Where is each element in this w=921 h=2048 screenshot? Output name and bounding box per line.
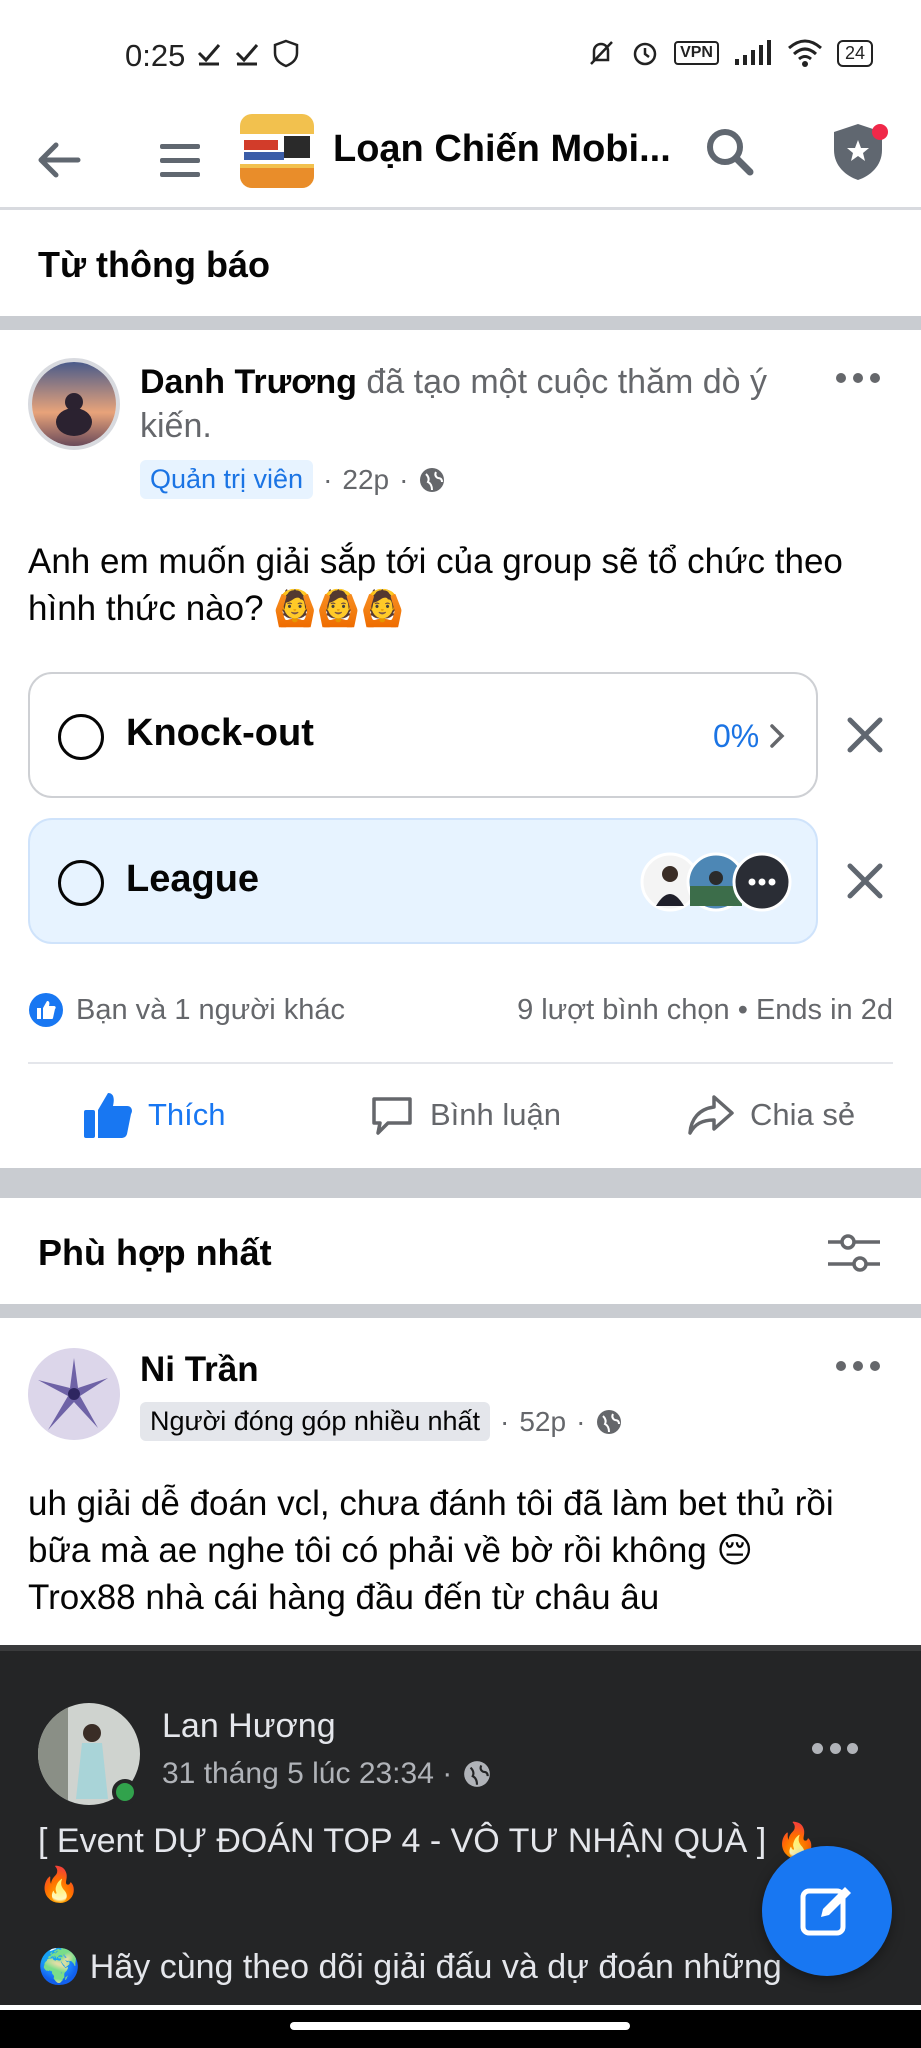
mute-bell-icon xyxy=(590,41,613,65)
author-avatar[interactable] xyxy=(28,1348,120,1440)
author-name[interactable]: Danh Trương xyxy=(140,363,357,401)
shared-line: 🔥 xyxy=(38,1866,81,1904)
back-arrow-icon[interactable] xyxy=(30,130,90,190)
shared-options-icon[interactable] xyxy=(812,1743,858,1757)
vpn-badge: VPN xyxy=(674,41,719,65)
more-voters-icon xyxy=(732,852,792,912)
comment-label: Bình luận xyxy=(430,1097,561,1132)
compose-button[interactable] xyxy=(762,1846,892,1976)
chevron-right-icon[interactable] xyxy=(768,722,786,750)
radio-button[interactable] xyxy=(58,714,104,760)
shared-post-body: [ Event DỰ ĐOÁN TOP 4 - VÔ TƯ NHẬN QUÀ ]… xyxy=(38,1819,878,1989)
role-badge[interactable]: Quản trị viên xyxy=(140,460,314,499)
post-time[interactable]: 22p xyxy=(342,464,389,496)
section-divider xyxy=(0,316,921,330)
alarm-icon xyxy=(633,42,657,66)
share-button[interactable]: Chia sẻ xyxy=(686,1060,855,1170)
poll-option-percent: 0% xyxy=(713,718,760,754)
check-icon xyxy=(197,44,221,66)
status-icons-right: VPN 24 xyxy=(586,38,873,68)
remove-option-icon[interactable] xyxy=(840,856,890,906)
notification-dot xyxy=(872,124,888,140)
author-avatar[interactable] xyxy=(28,358,120,450)
admin-shield-button[interactable] xyxy=(828,116,892,186)
post-actions: Thích Bình luận Chia sẻ xyxy=(0,1060,921,1170)
post-body: uh giải dễ đoán vcl, chưa đánh tôi đã là… xyxy=(28,1480,908,1621)
comment-button[interactable]: Bình luận xyxy=(368,1060,561,1170)
remove-option-icon[interactable] xyxy=(840,710,890,760)
post-author-line: Danh Trương đã tạo một cuộc thăm dò ý ki… xyxy=(140,360,800,448)
shared-meta: 31 tháng 5 lúc 23:34 · xyxy=(162,1757,492,1791)
reaction-summary[interactable]: Bạn và 1 người khác xyxy=(76,994,345,1027)
like-button[interactable]: Thích xyxy=(82,1060,226,1170)
section-divider xyxy=(0,1304,921,1318)
home-indicator[interactable] xyxy=(290,2022,630,2030)
status-icons-left xyxy=(195,38,301,68)
shared-line: 🌍 Hãy cùng theo dõi giải đấu và dự đoán … xyxy=(38,1948,782,1986)
poll-option-knockout[interactable]: Knock-out 0% xyxy=(28,672,818,798)
author-name[interactable]: Ni Trần xyxy=(140,1350,259,1390)
post-meta: Quản trị viên · 22p · xyxy=(140,460,446,499)
like-reaction-icon[interactable] xyxy=(28,992,64,1028)
status-time: 0:25 xyxy=(125,38,186,73)
emoji-text: 🙆🙆🙆 xyxy=(273,589,405,628)
sort-heading[interactable]: Phù hợp nhất xyxy=(38,1232,272,1274)
share-icon xyxy=(688,1095,734,1135)
announcement-heading: Từ thông báo xyxy=(38,244,271,285)
signal-icon xyxy=(734,40,771,65)
filter-icon[interactable] xyxy=(824,1228,884,1278)
section-divider xyxy=(0,1168,921,1198)
post-line: Trox88 nhà cái hàng đầu đến từ châu âu xyxy=(28,1578,660,1617)
share-label: Chia sẻ xyxy=(750,1097,856,1132)
like-label: Thích xyxy=(148,1097,226,1132)
post-meta: Người đóng góp nhiều nhất · 52p · xyxy=(140,1402,623,1441)
post-line: uh giải dễ đoán vcl, chưa đánh tôi đã là… xyxy=(28,1484,834,1523)
online-dot xyxy=(112,1779,138,1805)
globe-icon xyxy=(420,467,445,492)
thumbs-up-icon xyxy=(84,1093,132,1138)
status-bar: 0:25 VPN 24 xyxy=(0,0,921,110)
globe-icon xyxy=(464,1761,491,1787)
contributor-badge[interactable]: Người đóng góp nhiều nhất xyxy=(140,1402,491,1441)
search-icon[interactable] xyxy=(700,122,760,182)
check-icon xyxy=(235,44,259,66)
radio-button[interactable] xyxy=(58,860,104,906)
voter-avatars[interactable] xyxy=(640,852,810,912)
post-options-icon[interactable] xyxy=(836,368,880,388)
edit-icon xyxy=(800,1887,851,1936)
group-thumbnail[interactable] xyxy=(240,114,314,188)
poll-option-label: Knock-out xyxy=(126,712,314,754)
post-time[interactable]: 52p xyxy=(519,1406,566,1438)
menu-icon[interactable] xyxy=(150,130,210,190)
poll-option-league[interactable]: League xyxy=(28,818,818,944)
wifi-icon xyxy=(787,39,822,67)
group-title[interactable]: Loạn Chiến Mobi... xyxy=(333,128,673,171)
vote-summary[interactable]: 9 lượt bình chọn • Ends in 2d xyxy=(517,994,893,1027)
shared-line: [ Event DỰ ĐOÁN TOP 4 - VÔ TƯ NHẬN QUÀ ]… xyxy=(38,1822,818,1860)
vpn-shield-icon xyxy=(273,39,299,68)
poll-question: Anh em muốn giải sắp tới của group sẽ tổ… xyxy=(28,542,843,628)
post-line: bữa mà ae nghe tôi có phải về bờ rồi khô… xyxy=(28,1531,753,1570)
poll-option-label: League xyxy=(126,858,260,900)
shared-author-name[interactable]: Lan Hương xyxy=(162,1707,336,1746)
post-options-icon[interactable] xyxy=(836,1356,880,1376)
globe-icon xyxy=(597,1409,622,1434)
shared-date[interactable]: 31 tháng 5 lúc 23:34 · xyxy=(162,1757,452,1791)
battery-level: 24 xyxy=(836,39,873,67)
group-navbar: Loạn Chiến Mobi... xyxy=(0,110,921,210)
comment-icon xyxy=(372,1097,412,1135)
